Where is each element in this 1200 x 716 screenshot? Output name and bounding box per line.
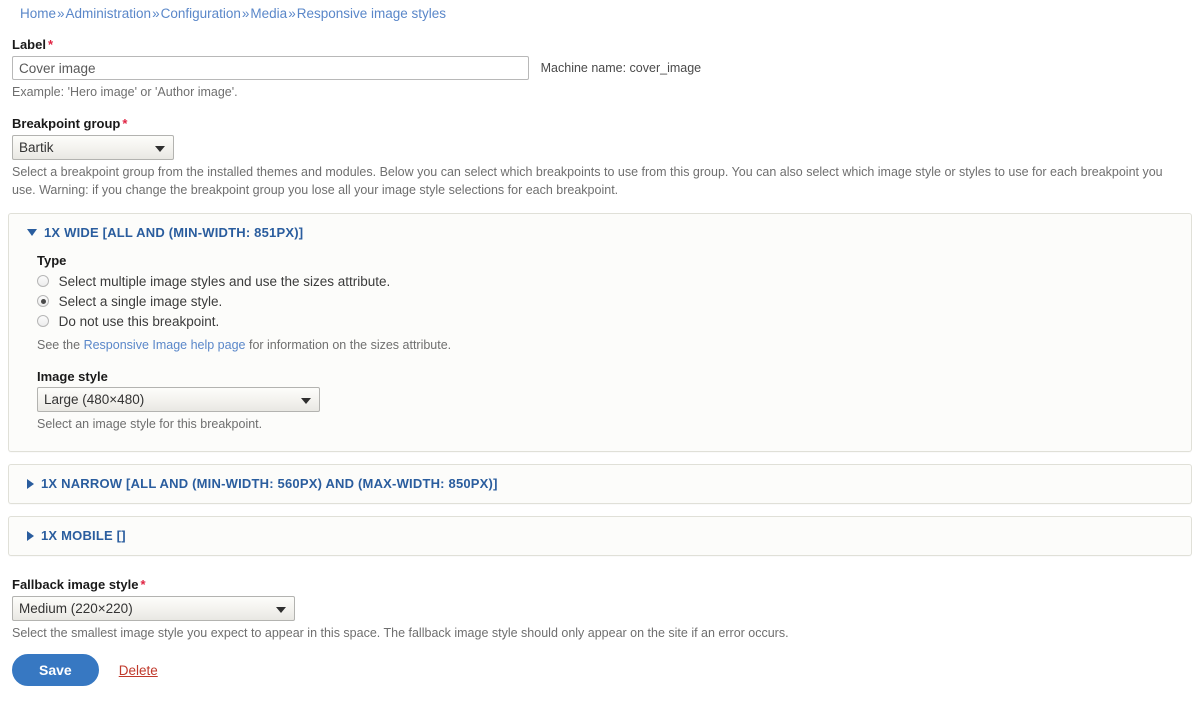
type-radio-single-label[interactable]: Select a single image style. (59, 294, 223, 309)
breakpoint-details-narrow: 1X NARROW [ALL AND (MIN-WIDTH: 560PX) AN… (8, 464, 1192, 504)
triangle-down-icon (27, 229, 37, 237)
type-radio-row-none: Do not use this breakpoint. (37, 312, 1177, 332)
breakpoint-body-wide: Type Select multiple image styles and us… (9, 252, 1191, 451)
breakpoint-group-select-wrap: Bartik (12, 135, 174, 160)
breakpoint-summary-narrow-text: 1X NARROW [ALL AND (MIN-WIDTH: 560PX) AN… (41, 476, 498, 491)
breakpoint-summary-wide-text: 1X WIDE [ALL AND (MIN-WIDTH: 851PX)] (44, 225, 304, 240)
required-marker: * (47, 37, 54, 52)
type-radio-single[interactable] (37, 295, 49, 307)
type-radio-multiple-label[interactable]: Select multiple image styles and use the… (59, 274, 391, 289)
required-marker: * (122, 116, 128, 131)
breadcrumb-separator: » (152, 6, 160, 21)
fallback-description: Select the smallest image style you expe… (12, 626, 789, 640)
breadcrumb-item-responsive-image-styles[interactable]: Responsive image styles (297, 6, 446, 21)
fallback-select-wrap: Medium (220×220) (12, 596, 295, 621)
breakpoint-group-field: Breakpoint group * Bartik Select a breakp… (8, 115, 1192, 199)
breadcrumb-item-media[interactable]: Media (250, 6, 287, 21)
image-style-select-wrap: Large (480×480) (37, 387, 320, 412)
image-style-field: Image style Large (480×480) Select an im… (37, 369, 1177, 433)
type-radio-none-label[interactable]: Do not use this breakpoint. (59, 314, 220, 329)
form-actions: Save Delete (8, 642, 1192, 686)
label-field-label: Label * (12, 36, 1188, 53)
type-radio-multiple[interactable] (37, 275, 49, 287)
breadcrumb-separator: » (241, 6, 250, 21)
breakpoint-group-label: Breakpoint group * (12, 115, 1188, 132)
breakpoint-summary-wide[interactable]: 1X WIDE [ALL AND (MIN-WIDTH: 851PX)] (9, 214, 1191, 252)
breadcrumb-separator: » (288, 6, 296, 21)
breadcrumb-item-configuration[interactable]: Configuration (161, 6, 241, 21)
triangle-right-icon (27, 530, 34, 541)
label-field-description: Example: 'Hero image' or 'Author image'. (12, 85, 238, 99)
breakpoint-group-label-text: Breakpoint group (12, 116, 121, 131)
breakpoint-summary-mobile-text: 1X MOBILE [] (41, 528, 126, 543)
label-field-label-text: Label (12, 37, 46, 52)
triangle-right-icon (27, 478, 34, 489)
type-radio-none[interactable] (37, 315, 49, 327)
fallback-select[interactable]: Medium (220×220) (12, 596, 295, 621)
image-style-select[interactable]: Large (480×480) (37, 387, 320, 412)
type-radio-row-multiple: Select multiple image styles and use the… (37, 272, 1177, 292)
type-help-text: See the Responsive Image help page for i… (37, 337, 1177, 353)
breadcrumb-separator: » (57, 6, 65, 21)
fallback-label: Fallback image style * (12, 576, 1188, 593)
breakpoint-details-mobile: 1X MOBILE [] (8, 516, 1192, 556)
machine-name-display: Machine name: cover_image (540, 61, 702, 75)
fallback-image-style-field: Fallback image style * Medium (220×220) S… (8, 576, 1192, 642)
type-label: Type (37, 253, 67, 268)
breadcrumb: Home»Administration»Configuration»Media»… (8, 0, 1192, 22)
required-marker: * (140, 577, 146, 592)
breakpoint-group-select[interactable]: Bartik (12, 135, 174, 160)
image-style-label: Image style (37, 369, 108, 384)
type-help-prefix: See the (37, 338, 84, 352)
delete-link[interactable]: Delete (119, 663, 158, 678)
breakpoint-summary-mobile[interactable]: 1X MOBILE [] (9, 517, 1191, 555)
type-help-suffix: for information on the sizes attribute. (245, 338, 452, 352)
breadcrumb-item-administration[interactable]: Administration (66, 6, 152, 21)
breakpoint-group-description: Select a breakpoint group from the insta… (12, 165, 1163, 197)
responsive-image-help-link[interactable]: Responsive Image help page (84, 338, 246, 352)
breakpoint-summary-narrow[interactable]: 1X NARROW [ALL AND (MIN-WIDTH: 560PX) AN… (9, 465, 1191, 503)
image-style-description: Select an image style for this breakpoin… (37, 417, 263, 431)
breadcrumb-item-home[interactable]: Home (20, 6, 56, 21)
label-field-group: Label* Machine name: cover_image Example… (8, 36, 1192, 101)
page-container: Home»Administration»Configuration»Media»… (0, 0, 1200, 686)
fallback-label-text: Fallback image style (12, 577, 139, 592)
save-button[interactable]: Save (12, 654, 99, 686)
type-radio-row-single: Select a single image style. (37, 292, 1177, 312)
label-input[interactable] (12, 56, 529, 80)
breakpoint-details-wide: 1X WIDE [ALL AND (MIN-WIDTH: 851PX)] Typ… (8, 213, 1192, 452)
